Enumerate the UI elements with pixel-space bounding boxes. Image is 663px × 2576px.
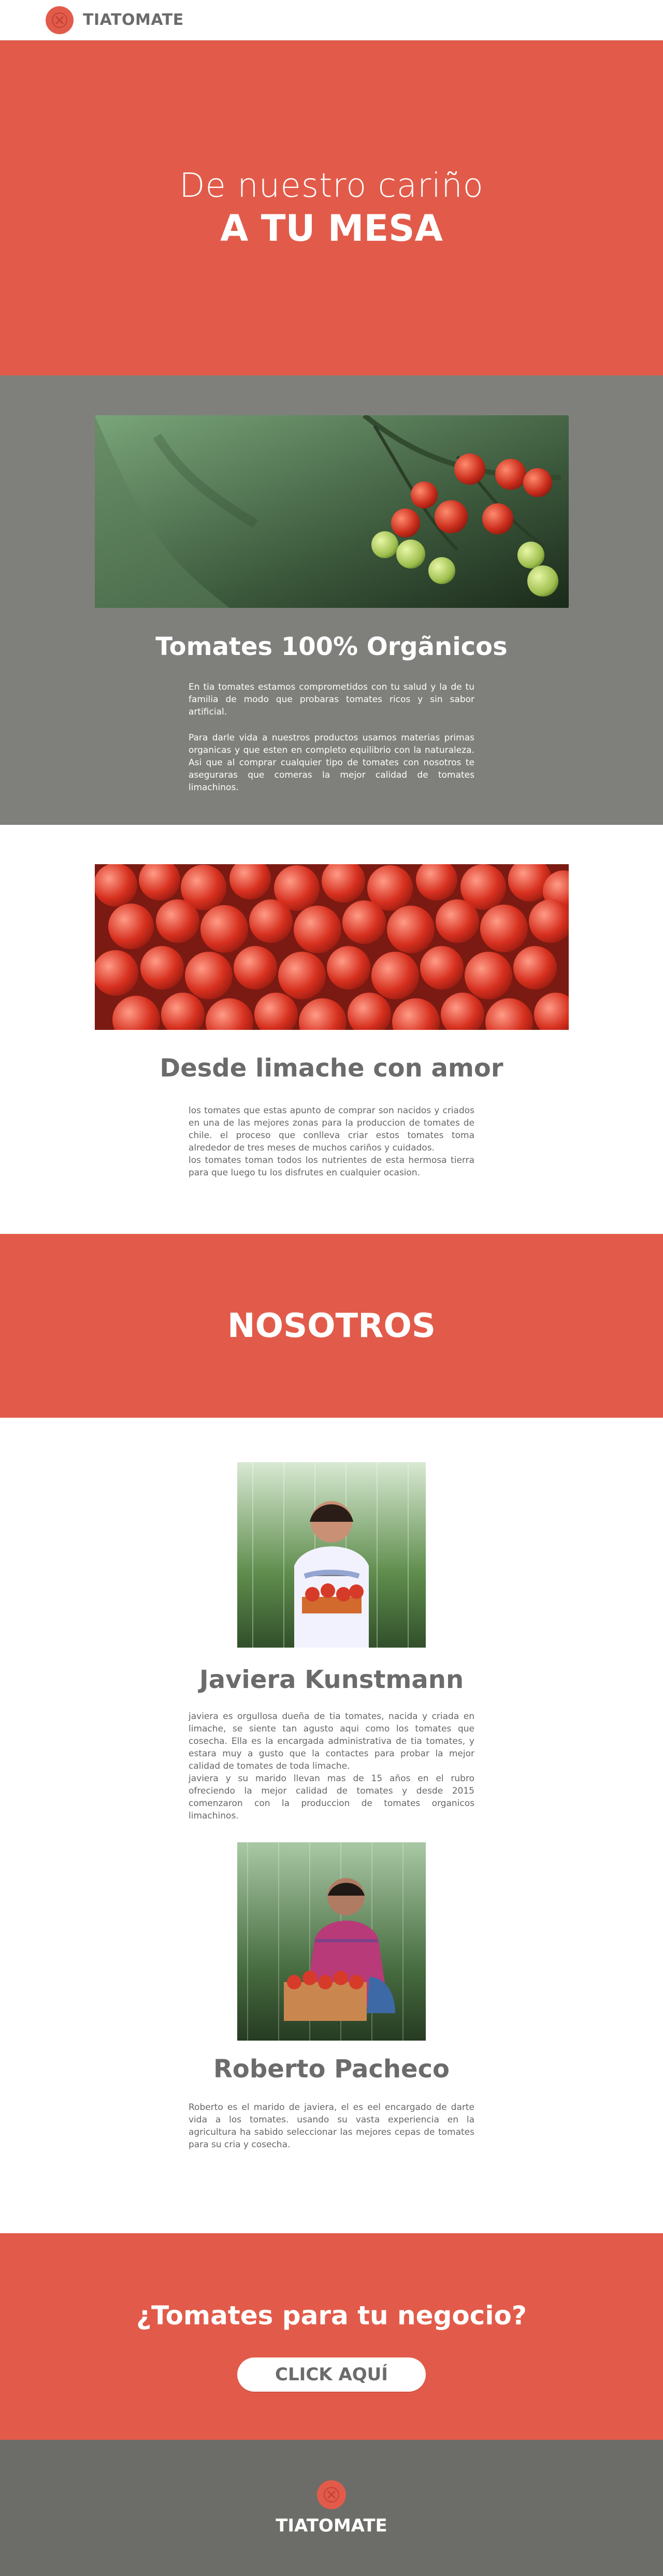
person-name-roberto: Roberto Pacheco	[213, 2055, 450, 2084]
person-name-javiera: Javiera Kunstmann	[199, 1665, 464, 1694]
javiera-photo	[237, 1462, 426, 1648]
limache-title: Desde limache con amor	[160, 1054, 503, 1083]
roberto-photo	[237, 1842, 426, 2041]
about-title: NOSOTROS	[227, 1306, 436, 1345]
person-bio-javiera: javiera es orgullosa dueña de tia tomate…	[189, 1710, 474, 1822]
organic-description: En tia tomates estamos comprometidos con…	[189, 681, 474, 794]
tomato-vine-image	[95, 415, 569, 608]
tomato-vine-illustration	[95, 415, 569, 608]
about-banner: NOSOTROS	[0, 1234, 663, 1418]
limache-section: Desde limache con amor los tomates que e…	[0, 825, 663, 1234]
tomato-pile-image	[95, 864, 569, 1030]
woman-holding-tomatoes-illustration	[237, 1462, 426, 1648]
man-with-tomato-crate-illustration	[237, 1842, 426, 2041]
tomato-logo-icon	[46, 6, 74, 34]
hero-section: De nuestro cariño A TU MESA	[0, 40, 663, 375]
limache-description: los tomates que estas apunto de comprar …	[189, 1104, 474, 1179]
business-title: ¿Tomates para tu negocio?	[136, 2301, 527, 2331]
tomato-leaf-icon	[52, 12, 67, 28]
site-header: TIATOMATE	[0, 0, 663, 40]
hero-line-1: De nuestro cariño	[179, 166, 484, 205]
business-cta-section: ¿Tomates para tu negocio? CLICK AQUÍ	[0, 2233, 663, 2440]
organic-title: Tomates 100% Orgãnicos	[155, 632, 508, 661]
organic-section: Tomates 100% Orgãnicos En tia tomates es…	[0, 375, 663, 825]
tomato-leaf-icon	[324, 2486, 339, 2502]
click-here-button[interactable]: CLICK AQUÍ	[237, 2357, 426, 2392]
organic-paragraph-2: Para darle vida a nuestros productos usa…	[189, 733, 474, 793]
roberto-bio-text: Roberto es el marido de javiera, el es e…	[189, 2102, 474, 2150]
site-footer: TIATOMATE	[0, 2440, 663, 2576]
tomato-logo-icon[interactable]	[317, 2480, 346, 2509]
brand-logo[interactable]: TIATOMATE	[46, 6, 184, 34]
brand-name: TIATOMATE	[83, 11, 184, 29]
person-bio-roberto: Roberto es el marido de javiera, el es e…	[189, 2101, 474, 2151]
limache-text: los tomates que estas apunto de comprar …	[189, 1105, 474, 1178]
organic-paragraph-1: En tia tomates estamos comprometidos con…	[189, 682, 474, 717]
tomato-pile-illustration	[95, 864, 569, 1030]
javiera-bio-text: javiera es orgullosa dueña de tia tomate…	[189, 1711, 474, 1821]
team-section: Javiera Kunstmann javiera es orgullosa d…	[0, 1418, 663, 2233]
hero-line-2: A TU MESA	[220, 207, 443, 250]
footer-brand-name: TIATOMATE	[276, 2515, 387, 2536]
